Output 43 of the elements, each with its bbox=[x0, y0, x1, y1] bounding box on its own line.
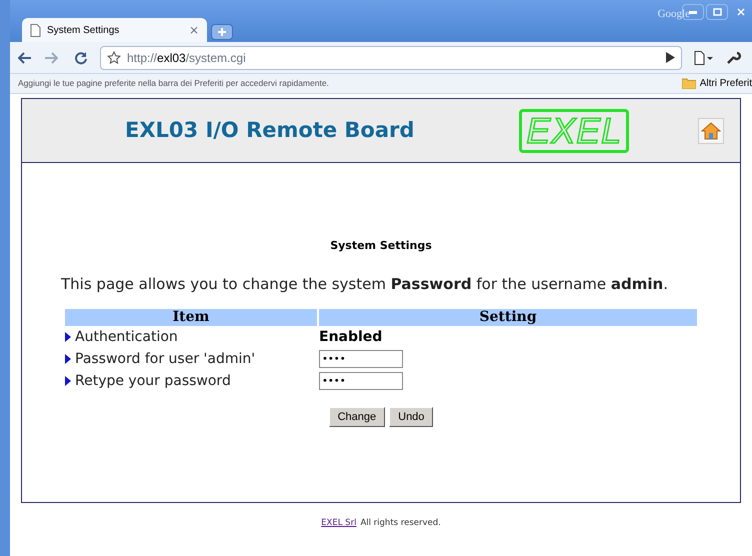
folder-icon bbox=[682, 78, 696, 89]
maximize-button[interactable] bbox=[706, 4, 728, 20]
form-button[interactable]: Undo bbox=[389, 407, 434, 427]
board-title: EXL03 I/O Remote Board bbox=[125, 116, 414, 144]
section-heading: System Settings bbox=[330, 238, 432, 254]
reload-icon[interactable] bbox=[74, 50, 88, 64]
home-icon bbox=[701, 122, 721, 140]
star-icon[interactable] bbox=[107, 50, 121, 64]
new-tab-button[interactable] bbox=[211, 24, 233, 40]
description: This page allows you to change the system Password for the username admin. bbox=[61, 274, 668, 294]
item-label: Authentication bbox=[75, 328, 178, 346]
item-label: Password for user 'admin' bbox=[75, 350, 256, 368]
form-button[interactable]: Change bbox=[328, 407, 386, 427]
bullet-arrow-icon bbox=[65, 354, 71, 364]
column-header: Item bbox=[65, 309, 317, 326]
setting-value: Enabled bbox=[319, 328, 382, 346]
page-menu-icon[interactable] bbox=[694, 50, 714, 64]
plus-icon bbox=[218, 28, 226, 36]
close-icon bbox=[737, 8, 745, 16]
address-bar[interactable]: http://exl03/system.cgi bbox=[100, 46, 682, 70]
exel-logo: EXEL bbox=[519, 108, 630, 152]
bullet-arrow-icon bbox=[65, 332, 71, 342]
page-icon bbox=[30, 24, 41, 36]
play-icon[interactable] bbox=[666, 52, 675, 63]
bookmarks-hint: Aggiungi le tue pagine preferite nella barra dei Preferiti per accedervi rapidamente. bbox=[18, 77, 330, 90]
wrench-icon[interactable] bbox=[726, 50, 744, 64]
maximize-icon bbox=[712, 8, 722, 16]
home-button[interactable] bbox=[698, 118, 724, 144]
company-link[interactable]: EXEL Srl bbox=[321, 517, 356, 530]
browser-tab[interactable]: System Settings × bbox=[22, 18, 207, 42]
brand-text: Google bbox=[658, 7, 690, 22]
password-field[interactable]: •••• bbox=[319, 350, 403, 368]
password-field[interactable]: •••• bbox=[319, 372, 403, 390]
tab-title: System Settings bbox=[47, 24, 120, 38]
back-icon[interactable] bbox=[18, 52, 32, 64]
other-bookmarks-button[interactable]: Altri Preferit bbox=[682, 76, 752, 91]
close-tab-button[interactable]: × bbox=[188, 24, 199, 36]
item-label: Retype your password bbox=[75, 372, 231, 390]
url-text: http://exl03/system.cgi bbox=[127, 50, 246, 66]
copyright-text: All rights reserved. bbox=[360, 517, 441, 530]
column-header: Setting bbox=[319, 309, 697, 326]
minimize-icon bbox=[689, 10, 697, 14]
bullet-arrow-icon bbox=[65, 376, 71, 386]
